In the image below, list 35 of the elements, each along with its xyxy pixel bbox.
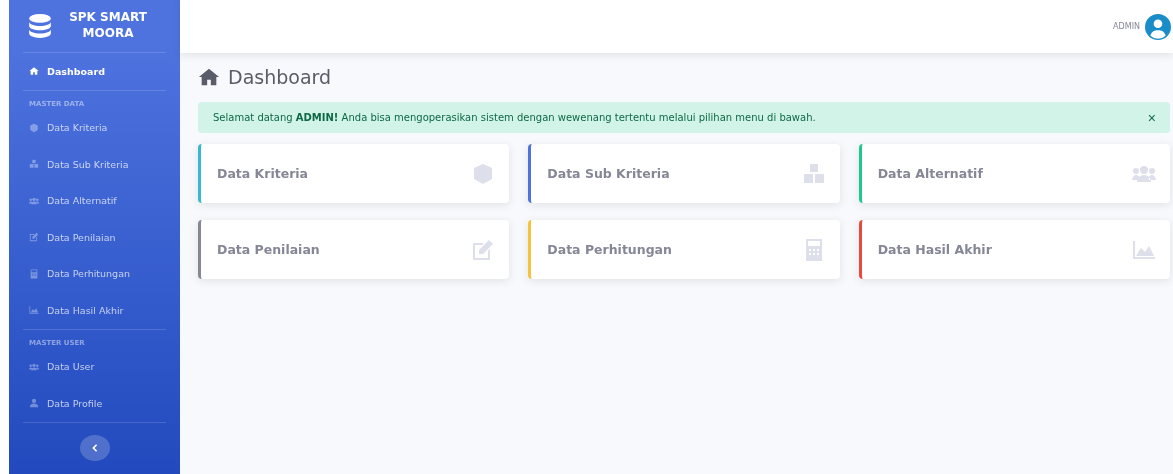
sidebar-item[interactable]: Data Hasil Akhir: [23, 292, 166, 329]
user-icon: [29, 398, 39, 409]
home-icon: [198, 66, 220, 88]
close-button[interactable]: ×: [1147, 109, 1156, 126]
page-title: Dashboard: [228, 66, 332, 88]
home-icon: [29, 66, 39, 77]
users-icon: [29, 195, 39, 206]
chevron-left-icon: [90, 443, 99, 452]
menu-card[interactable]: Data Alternatif: [858, 144, 1170, 203]
sidebar-item[interactable]: Data User: [23, 348, 166, 385]
sidebar-item[interactable]: Data Kriteria: [23, 109, 166, 146]
menu-card[interactable]: Data Hasil Akhir: [858, 220, 1170, 279]
brand-name: SPK SMART MOORA: [68, 10, 148, 42]
menu-card[interactable]: Data Penilaian: [198, 220, 510, 279]
sidebar-item[interactable]: Data Alternatif: [23, 182, 166, 219]
calculator-icon: [29, 268, 39, 279]
user-menu[interactable]: ADMIN: [1113, 13, 1171, 40]
sidebar-item[interactable]: Data Penilaian: [23, 219, 166, 256]
menu-card[interactable]: Data Perhitungan: [528, 220, 840, 279]
cubes-icon: [29, 159, 39, 170]
cubes-icon: [801, 161, 826, 186]
cube-icon: [29, 122, 39, 133]
database-icon: [27, 13, 53, 39]
area-chart-icon: [29, 305, 39, 316]
edit-icon: [29, 232, 39, 243]
menu-card[interactable]: Data Kriteria: [198, 144, 510, 203]
menu-card[interactable]: Data Sub Kriteria: [528, 144, 840, 203]
users-icon: [29, 361, 39, 372]
alert-message: Selamat datang ADMIN! Anda bisa mengoperasikan sistem dengan wewenang tertentu melalui pilihan menu di bawah.: [213, 112, 816, 123]
sidebar-item[interactable]: Data Profile: [23, 385, 166, 422]
sidebar-item[interactable]: Dashboard: [23, 53, 166, 90]
edit-icon: [471, 237, 496, 262]
sidebar-item[interactable]: Data Perhitungan: [23, 255, 166, 292]
sidebar-item[interactable]: Data Sub Kriteria: [23, 146, 166, 183]
sidebar-toggle-button[interactable]: [79, 434, 110, 461]
